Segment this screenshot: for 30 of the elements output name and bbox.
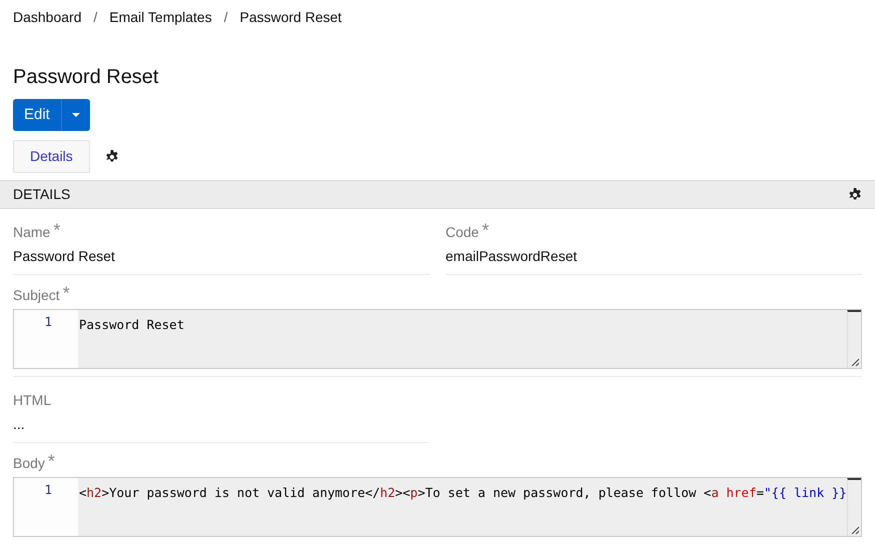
field-label: Name <box>13 223 50 242</box>
caret-icon <box>72 113 80 117</box>
resize-handle-icon[interactable] <box>851 358 859 366</box>
tab[interactable]: Details <box>13 140 90 173</box>
breadcrumb-separator: / <box>92 8 98 27</box>
field-value: Password Reset <box>13 247 116 266</box>
field-label: Body <box>13 454 45 473</box>
scrollbar[interactable] <box>847 310 861 368</box>
settings-icon[interactable] <box>848 188 862 202</box>
required-mark: * <box>53 222 60 238</box>
resize-handle-icon[interactable] <box>851 526 859 534</box>
required-mark: * <box>48 453 55 469</box>
field-label: HTML <box>13 391 52 410</box>
settings-icon[interactable] <box>104 150 119 164</box>
field-value: emailPasswordReset <box>446 247 578 266</box>
scrollbar[interactable] <box>847 478 861 536</box>
edit-button[interactable]: Edit <box>13 99 61 131</box>
breadcrumb-item[interactable]: Email Templates <box>109 7 212 28</box>
required-mark: * <box>62 285 70 301</box>
breadcrumb-item[interactable]: Dashboard <box>13 7 82 28</box>
field-value: ... <box>13 415 26 434</box>
field-label: Code <box>446 223 479 242</box>
code-line[interactable]: Password Reset <box>79 317 184 332</box>
required-mark: * <box>482 222 489 238</box>
dropdown-button[interactable] <box>60 99 90 131</box>
breadcrumb-separator: / <box>222 8 229 27</box>
page-title: Password Reset <box>12 65 160 89</box>
field-label: Subject <box>13 286 60 305</box>
section-title: DETAILS <box>13 185 70 204</box>
breadcrumb-item: Password Reset <box>240 8 342 27</box>
